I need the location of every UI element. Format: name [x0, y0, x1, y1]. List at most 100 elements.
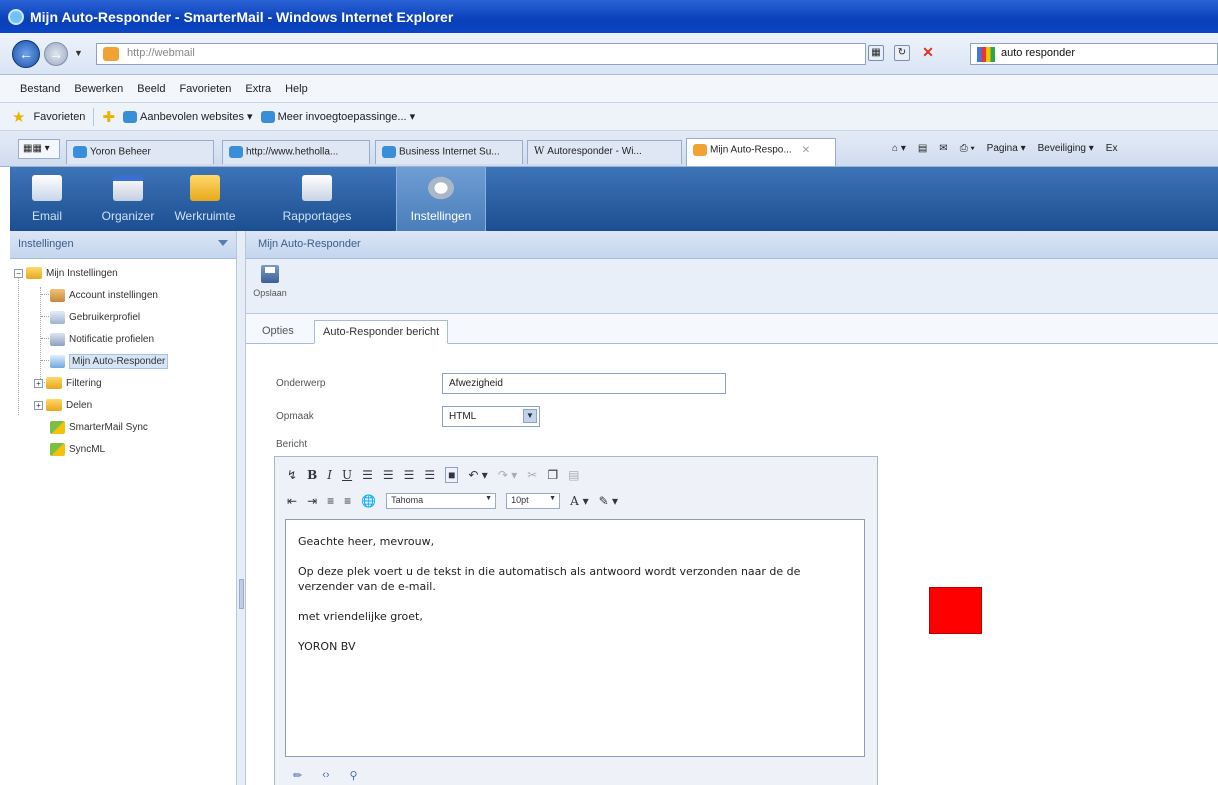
copy-icon[interactable]: ❐: [547, 468, 558, 482]
format-painter-icon[interactable]: ↯: [287, 468, 297, 482]
save-button[interactable]: Opslaan: [250, 265, 290, 298]
url-field[interactable]: http://webmail: [96, 43, 866, 65]
window-titlebar: Mijn Auto-Responder - SmarterMail - Wind…: [0, 0, 1218, 33]
tree-item-syncml[interactable]: SyncML: [50, 440, 105, 458]
numbered-list-icon[interactable]: ≡: [327, 494, 334, 508]
search-input[interactable]: auto responder: [970, 43, 1218, 65]
page-menu[interactable]: Pagina ▾: [987, 143, 1026, 154]
menu-bestand[interactable]: Bestand: [20, 83, 60, 95]
indent-icon[interactable]: ⇥: [307, 494, 317, 508]
sidebar-header[interactable]: Instellingen: [10, 231, 236, 259]
menu-help[interactable]: Help: [285, 83, 308, 95]
fav-item-invoeg[interactable]: Meer invoegtoepassinge... ▾: [260, 110, 415, 124]
align-center-icon[interactable]: ☰: [383, 468, 394, 482]
paste-icon[interactable]: ▤: [568, 468, 579, 482]
justify-icon[interactable]: ☰: [424, 468, 435, 482]
tab-hetholla[interactable]: http://www.hetholla...: [222, 140, 370, 164]
align-right-icon[interactable]: ☰: [404, 468, 415, 482]
bold-icon[interactable]: B: [307, 468, 317, 482]
splitter-grip[interactable]: [239, 579, 244, 609]
nav-rapportages[interactable]: Rapportages: [238, 167, 396, 231]
save-disk-icon: [261, 265, 279, 283]
print-icon[interactable]: ⎙ ▾: [960, 143, 975, 154]
auto-responder-icon: [50, 354, 65, 368]
expand-icon[interactable]: +: [34, 400, 43, 410]
tab-business-internet[interactable]: Business Internet Su...: [375, 140, 523, 164]
cut-icon[interactable]: ✂: [527, 468, 537, 482]
close-tab-icon[interactable]: ✕: [802, 145, 810, 156]
message-body-editor[interactable]: Geachte heer, mevrouw, Op deze plek voer…: [285, 519, 865, 757]
tree-item-delen[interactable]: + Delen: [34, 396, 92, 414]
site-favicon-icon: [103, 47, 119, 61]
format-select[interactable]: HTML ▼: [442, 406, 540, 427]
search-text: auto responder: [1001, 47, 1075, 59]
nav-organizer[interactable]: Organizer: [84, 167, 172, 231]
extra-menu[interactable]: Ex: [1106, 143, 1118, 154]
italic-icon[interactable]: I: [327, 468, 332, 482]
subject-field[interactable]: Afwezigheid: [442, 373, 726, 394]
font-size-select[interactable]: 10pt ▼: [506, 493, 561, 509]
tree-item-mijn-instellingen[interactable]: − Mijn Instellingen: [14, 264, 118, 282]
tab-mijn-auto-responder[interactable]: Mijn Auto-Respo... ✕: [686, 138, 836, 166]
collapse-arrow-icon[interactable]: [218, 240, 228, 246]
nav-email[interactable]: Email: [10, 167, 84, 231]
refresh-icon[interactable]: ↻: [894, 45, 910, 61]
collapse-icon[interactable]: −: [14, 268, 23, 278]
align-left-icon[interactable]: ☰: [362, 468, 373, 482]
add-favorite-icon[interactable]: ✚: [102, 108, 115, 126]
tree-item-mijn-auto-responder[interactable]: Mijn Auto-Responder: [50, 352, 169, 370]
preview-icon[interactable]: ⚲: [350, 769, 358, 782]
tab-opties[interactable]: Opties: [254, 320, 302, 344]
redo-icon[interactable]: ↷ ▾: [498, 468, 517, 482]
safety-menu[interactable]: Beveiliging ▾: [1038, 143, 1094, 154]
html-mode-icon[interactable]: ‹›: [322, 769, 329, 782]
tree-item-account-instellingen[interactable]: Account instellingen: [50, 286, 158, 304]
underline-icon[interactable]: U: [342, 468, 352, 482]
back-button[interactable]: ←: [12, 40, 40, 68]
tree-item-filtering[interactable]: + Filtering: [34, 374, 102, 392]
nav-werkruimte[interactable]: Werkruimte: [172, 167, 238, 231]
insert-link-icon[interactable]: 🌐: [361, 494, 376, 508]
folder-icon: [46, 399, 62, 411]
compat-view-icon[interactable]: ▦: [868, 45, 884, 61]
favorites-star-icon[interactable]: ★: [12, 108, 25, 126]
favorites-button[interactable]: Favorieten: [33, 111, 85, 123]
tab-yoron-beheer[interactable]: Yoron Beheer: [66, 140, 214, 164]
history-dropdown-icon[interactable]: ▼: [74, 48, 83, 58]
highlight-color-icon[interactable]: ✎ ▾: [599, 494, 618, 508]
tab-auto-responder-bericht[interactable]: Auto-Responder bericht: [314, 320, 449, 344]
tree-item-smartermail-sync[interactable]: SmarterMail Sync: [50, 418, 148, 436]
message-paragraph: YORON BV: [298, 640, 356, 653]
home-icon[interactable]: ⌂ ▾: [892, 143, 906, 154]
design-mode-icon[interactable]: ✏: [293, 769, 302, 782]
mail-icon[interactable]: ✉: [939, 143, 947, 154]
tab-autoresponder-wiki[interactable]: W Autoresponder - Wi...: [527, 140, 682, 164]
outdent-icon[interactable]: ⇤: [287, 494, 297, 508]
tree-item-notificatie-profielen[interactable]: Notificatie profielen: [50, 330, 154, 348]
feeds-icon[interactable]: ▤: [918, 143, 927, 154]
menu-extra[interactable]: Extra: [245, 83, 271, 95]
quick-tabs-button[interactable]: ▦▦ ▾: [18, 139, 60, 159]
undo-icon[interactable]: ↶ ▾: [468, 468, 487, 482]
message-label: Bericht: [276, 439, 308, 450]
window-title: Mijn Auto-Responder - SmarterMail - Wind…: [30, 8, 454, 25]
pane-splitter[interactable]: [237, 231, 246, 785]
toolbar: Opslaan: [246, 259, 1218, 314]
menu-bewerken[interactable]: Bewerken: [74, 83, 123, 95]
text-color-icon[interactable]: A ▾: [570, 494, 589, 508]
stop-icon[interactable]: ✕: [920, 45, 936, 61]
profile-card-icon: [50, 310, 65, 324]
folder-icon: [46, 377, 62, 389]
chevron-down-icon[interactable]: ▼: [523, 409, 537, 423]
fav-item-aanbevolen[interactable]: Aanbevolen websites ▾: [123, 110, 253, 124]
expand-icon[interactable]: +: [34, 378, 43, 388]
nav-instellingen[interactable]: Instellingen: [396, 167, 486, 231]
menu-beeld[interactable]: Beeld: [137, 83, 165, 95]
font-family-select[interactable]: Tahoma ▼: [386, 493, 497, 509]
block-icon[interactable]: ■: [445, 467, 459, 483]
forward-button[interactable]: →: [44, 42, 68, 66]
tree-item-gebruikerprofiel[interactable]: Gebruikerprofiel: [50, 308, 140, 326]
app-header: Email Organizer Werkruimte Rapportages I…: [10, 167, 1218, 231]
bullet-list-icon[interactable]: ≡: [344, 494, 351, 508]
menu-favorieten[interactable]: Favorieten: [179, 83, 231, 95]
